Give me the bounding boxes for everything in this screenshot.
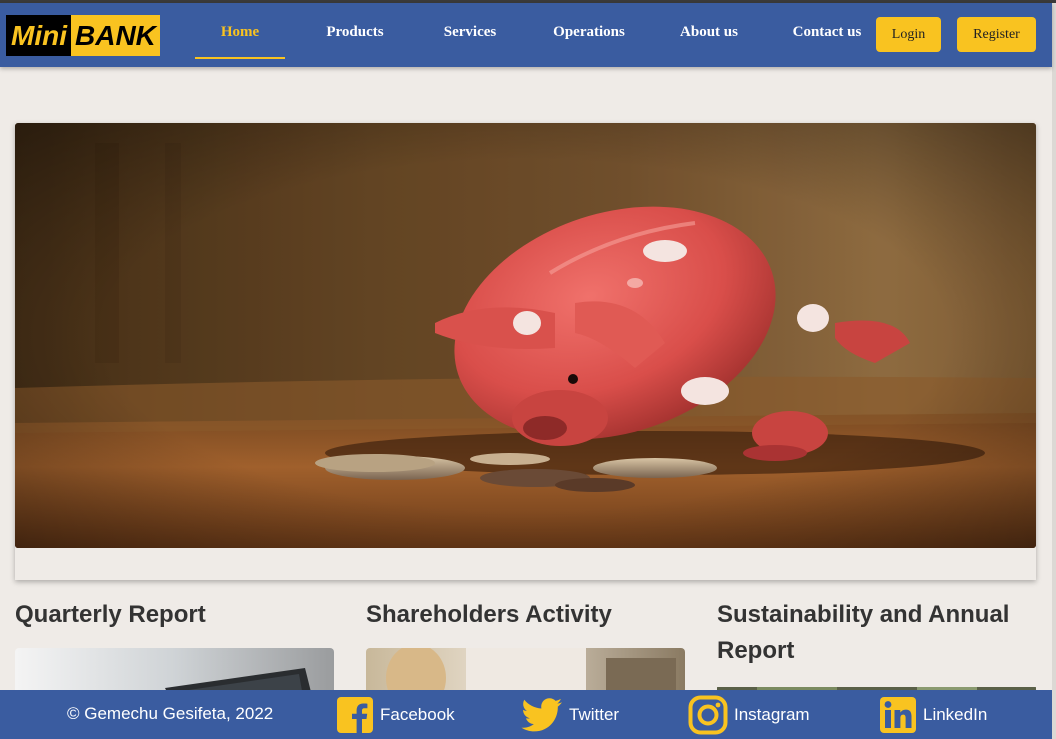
- top-navbar: Mini BANK Home Products Services Operati…: [0, 3, 1052, 67]
- facebook-icon: [337, 697, 373, 733]
- nav-operations[interactable]: Operations: [544, 24, 634, 41]
- instagram-icon: [688, 695, 728, 735]
- footer-copyright: © Gemechu Gesifeta, 2022: [67, 704, 274, 723]
- scrollbar-track[interactable]: [1052, 3, 1056, 739]
- footer-twitter-label: Twitter: [569, 705, 620, 724]
- register-button[interactable]: Register: [957, 17, 1036, 52]
- page-footer: © Gemechu Gesifeta, 2022 Facebook Twitte…: [0, 690, 1052, 739]
- nav-products[interactable]: Products: [315, 24, 395, 41]
- nav-contact-us[interactable]: Contact us: [786, 24, 868, 41]
- brand-logo[interactable]: Mini BANK: [6, 15, 160, 56]
- brand-logo-part2: BANK: [71, 15, 160, 56]
- footer-link-facebook[interactable]: Facebook: [336, 695, 455, 735]
- nav-about-us[interactable]: About us: [669, 24, 749, 41]
- nav-services[interactable]: Services: [430, 24, 510, 41]
- login-button[interactable]: Login: [876, 17, 941, 52]
- brand-logo-part1: Mini: [6, 15, 71, 56]
- footer-link-instagram[interactable]: Instagram: [688, 695, 810, 735]
- nav-active-indicator: [195, 57, 285, 59]
- nav-home[interactable]: Home: [195, 24, 285, 41]
- section-title-shareholders-activity: Shareholders Activity: [366, 601, 612, 628]
- section-title-sustainability-report: Sustainability and Annual Report: [717, 601, 1010, 664]
- section-title-quarterly-report: Quarterly Report: [15, 601, 206, 628]
- footer-link-twitter[interactable]: Twitter: [521, 695, 619, 735]
- hero-image-piggy-bank: [15, 123, 1036, 548]
- twitter-icon: [521, 698, 562, 732]
- linkedin-icon: [880, 697, 916, 733]
- hero-card: [15, 123, 1036, 580]
- footer-facebook-label: Facebook: [380, 705, 455, 724]
- footer-linkedin-label: LinkedIn: [923, 705, 988, 724]
- footer-link-linkedin[interactable]: LinkedIn: [879, 695, 987, 735]
- footer-instagram-label: Instagram: [734, 705, 810, 724]
